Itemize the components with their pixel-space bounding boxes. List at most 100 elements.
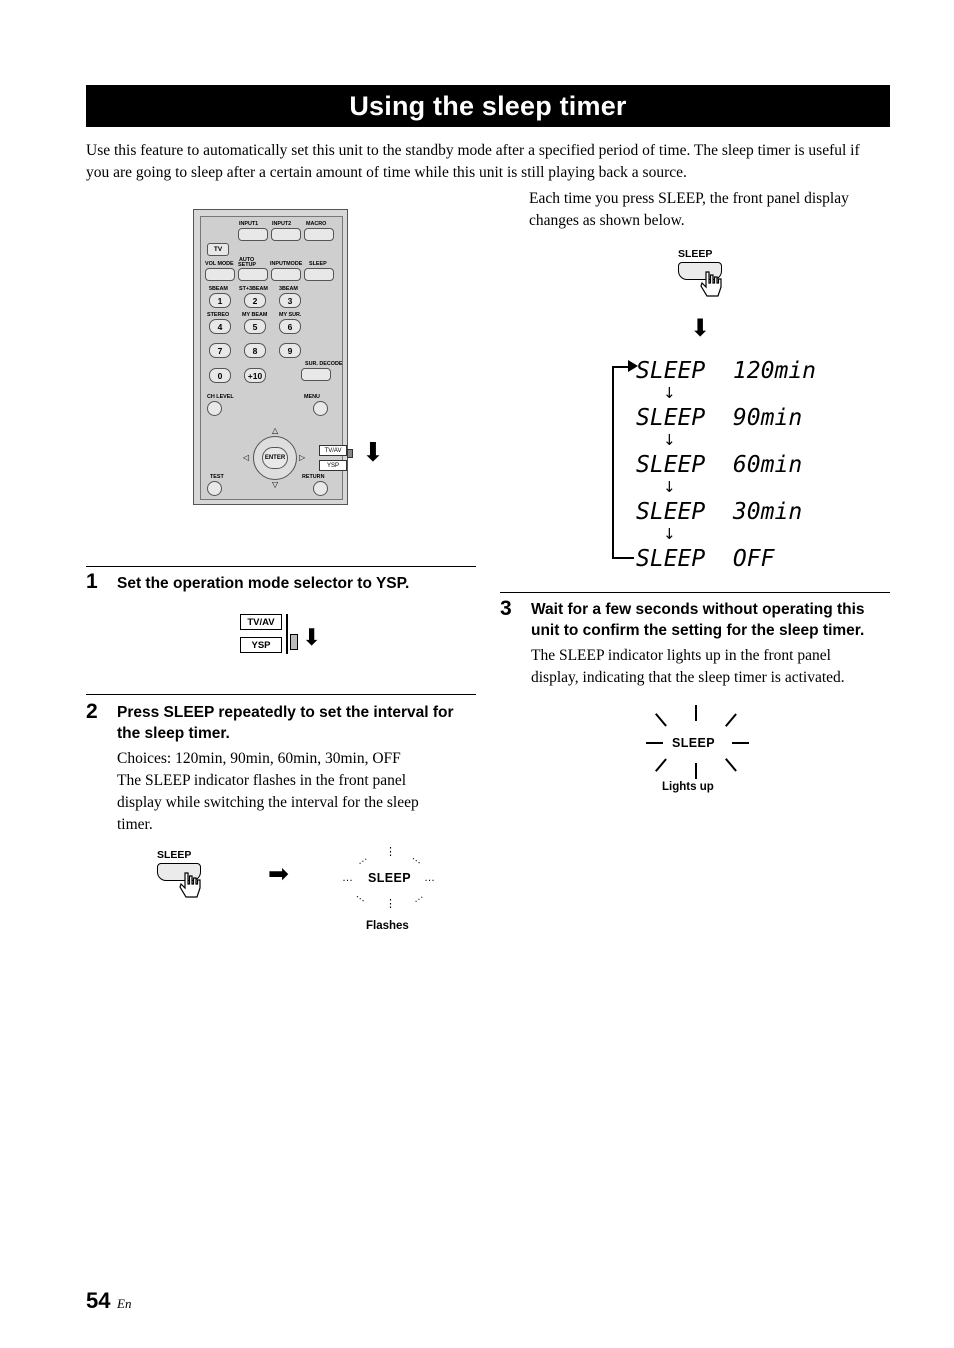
burst-top-dots: ⋮ [385, 846, 397, 858]
sleep-indicator-lit: SLEEP [672, 736, 715, 750]
remote-key-plus10[interactable]: +10 [244, 368, 266, 383]
remote-key-input-mode[interactable] [271, 268, 301, 281]
step-2-figure-arrow-icon: ➡ [268, 859, 289, 888]
cycle-item-4: SLEEP OFF [636, 546, 775, 572]
remote-label-my-beam: MY BEAM [242, 312, 268, 318]
sleep-button-caption: SLEEP [157, 849, 192, 861]
hand-pointer-icon [179, 872, 201, 898]
right-intro-line-1: Each time you press SLEEP, the front pan… [529, 190, 849, 207]
remote-key-5[interactable]: 5 [244, 319, 266, 334]
remote-key-return[interactable] [313, 481, 328, 496]
divider-step2 [86, 694, 476, 695]
remote-inner-panel: INPUT1 INPUT2 MACRO TV VOL MODE AUTO SET… [200, 216, 353, 500]
remote-key-macro[interactable] [304, 228, 334, 241]
intro-paragraph: Use this feature to automatically set th… [86, 142, 860, 182]
selector-knob [290, 634, 298, 650]
remote-key-sleep[interactable] [304, 268, 334, 281]
page-title-bar: Using the sleep timer [86, 85, 890, 127]
burst-topright-dots: … [409, 850, 427, 868]
step-2-sleep-button-figure: SLEEP [157, 849, 227, 911]
step-2-body-line-4: timer. [117, 816, 153, 833]
step-3-body-line-1: The SLEEP indicator lights up in the fro… [531, 647, 831, 664]
dpad-up-icon[interactable]: △ [272, 426, 278, 435]
ray-top [695, 705, 697, 721]
step-2-heading: Press SLEEP repeatedly to set the interv… [117, 704, 454, 742]
remote-key-test[interactable] [207, 481, 222, 496]
step-3-body-line-2: display, indicating that the sleep timer… [531, 669, 845, 686]
remote-label-my-sur: MY SUR. [279, 312, 302, 318]
divider-step3 [500, 592, 890, 593]
cycle-arrow-1: ↓ [663, 431, 676, 449]
step-3-heading: Wait for a few seconds without operating… [531, 601, 865, 639]
loop-vertical-segment [612, 366, 614, 558]
remote-dpad[interactable]: ENTER △ ▽ ◁ ▷ [239, 422, 311, 494]
cycle-arrow-0: ↓ [663, 384, 676, 402]
step-3-body: The SLEEP indicator lights up in the fro… [531, 645, 883, 689]
remote-label-sleep: SLEEP [309, 261, 327, 267]
remote-label-3beam: 3BEAM [279, 286, 298, 292]
remote-key-input1[interactable] [238, 228, 268, 241]
step-1-number: 1 [86, 570, 98, 593]
right-intro-line-2: changes as shown below. [529, 212, 685, 229]
remote-label-ch-level: CH LEVEL [207, 394, 234, 400]
dpad-right-icon[interactable]: ▷ [299, 453, 305, 462]
remote-label-sur-decode: SUR. DECODE [305, 361, 343, 367]
remote-key-enter[interactable]: ENTER [262, 447, 288, 469]
burst-bottomleft-dots: … [353, 888, 371, 906]
ray-topleft [655, 713, 667, 727]
remote-label-st3beam: ST+3BEAM [239, 286, 268, 292]
right-sleep-button-caption: SLEEP [678, 248, 713, 260]
remote-key-1[interactable]: 1 [209, 293, 231, 308]
remote-label-input-mode: INPUTMODE [270, 261, 303, 267]
step-1-figure: TV/AV YSP ⬇ [240, 614, 350, 664]
selector-down-arrow-icon: ⬇ [302, 625, 322, 651]
remote-key-8[interactable]: 8 [244, 343, 266, 358]
remote-selector-pointer-arrow: ⬇ [362, 438, 384, 468]
ray-bottomright [725, 758, 737, 772]
remote-key-2[interactable]: 2 [244, 293, 266, 308]
remote-key-tv[interactable]: TV [207, 243, 229, 256]
remote-selector-tvav[interactable]: TV/AV [319, 445, 347, 456]
remote-key-menu[interactable] [313, 401, 328, 416]
sleep-indicator-flashing: SLEEP [368, 871, 411, 885]
dpad-down-icon[interactable]: ▽ [272, 480, 278, 489]
remote-label-test: TEST [210, 474, 224, 480]
remote-key-6[interactable]: 6 [279, 319, 301, 334]
remote-key-3[interactable]: 3 [279, 293, 301, 308]
page-title: Using the sleep timer [349, 90, 627, 121]
dpad-left-icon[interactable]: ◁ [243, 453, 249, 462]
hand-pointer-icon [700, 271, 722, 297]
remote-label-macro: MACRO [306, 221, 327, 227]
burst-bottomright-dots: … [409, 888, 427, 906]
step-3-indicator-figure: SLEEP Lights up [640, 705, 760, 800]
remote-key-9[interactable]: 9 [279, 343, 301, 358]
cycle-item-1: SLEEP 90min [636, 405, 803, 431]
cycle-arrow-3: ↓ [663, 525, 676, 543]
burst-bottom-dots: ⋮ [385, 898, 397, 910]
remote-selector-knob[interactable] [347, 449, 353, 458]
loop-arrowhead-icon [628, 360, 638, 372]
remote-key-7[interactable]: 7 [209, 343, 231, 358]
remote-label-5beam: 5BEAM [209, 286, 228, 292]
remote-key-ch-level[interactable] [207, 401, 222, 416]
remote-key-0[interactable]: 0 [209, 368, 231, 383]
remote-key-input2[interactable] [271, 228, 301, 241]
remote-key-vol-mode[interactable] [205, 268, 235, 281]
remote-label-stereo: STEREO [207, 312, 230, 318]
remote-key-sur-decode[interactable] [301, 368, 331, 381]
burst-right-dots: … [424, 872, 436, 884]
step-2-body-line-2: The SLEEP indicator flashes in the front… [117, 772, 407, 789]
ray-topright [725, 713, 737, 727]
remote-key-auto-setup[interactable] [238, 268, 268, 281]
burst-left-dots: … [342, 872, 354, 884]
step-3-figure-caption: Lights up [662, 781, 714, 793]
step-2-indicator-figure: ⋮ … … … … … … ⋮ SLEEP Flashes [340, 845, 450, 937]
loop-bottom-segment [612, 557, 634, 559]
remote-selector-ysp[interactable]: YSP [319, 460, 347, 471]
step-2-figure-caption: Flashes [366, 920, 409, 932]
page-language: En [117, 1296, 132, 1311]
burst-topleft-dots: … [353, 850, 371, 868]
remote-label-return: RETURN [302, 474, 325, 480]
step-1-heading: Set the operation mode selector to YSP. [117, 575, 410, 592]
remote-key-4[interactable]: 4 [209, 319, 231, 334]
